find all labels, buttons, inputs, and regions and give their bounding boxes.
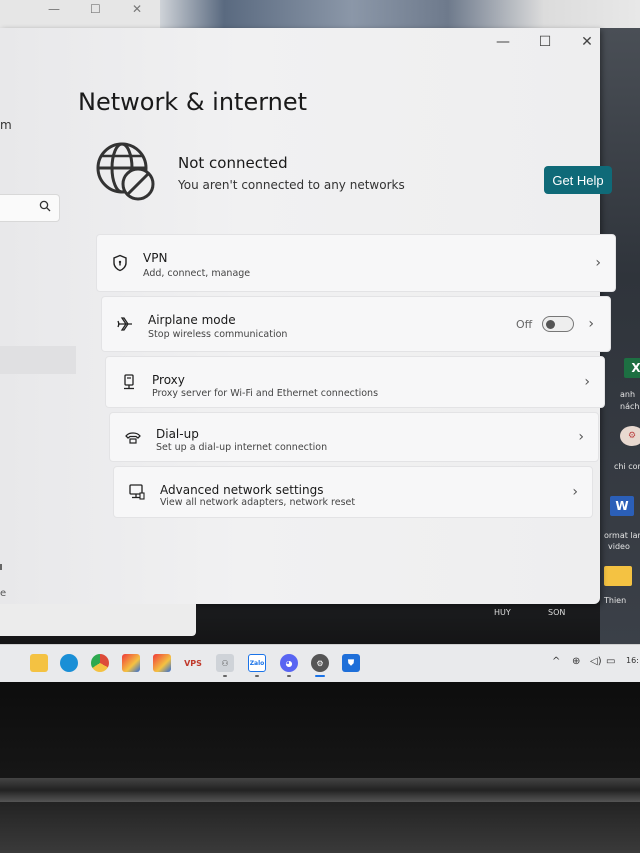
- maximize-icon[interactable]: ☐: [90, 2, 101, 16]
- volume-icon[interactable]: ◁): [590, 656, 602, 667]
- vps-icon[interactable]: VPS: [184, 654, 202, 672]
- desktop-label: ormat lar: [604, 531, 640, 540]
- proxy-card[interactable]: Proxy Proxy server for Wi-Fi and Etherne…: [105, 356, 605, 408]
- account-name-fragment: m: [0, 118, 12, 132]
- chevron-right-icon: ›: [584, 374, 590, 390]
- connection-status-title: Not connected: [178, 154, 288, 172]
- airplane-icon: [116, 315, 134, 333]
- desktop-label: video: [608, 542, 630, 551]
- battery-icon[interactable]: ▭: [606, 656, 615, 667]
- file-explorer-icon[interactable]: [30, 654, 48, 672]
- advanced-network-subtitle: View all network adapters, network reset: [160, 497, 356, 508]
- word-icon[interactable]: W: [610, 496, 634, 516]
- chevron-right-icon: ›: [595, 255, 601, 271]
- advanced-network-title: Advanced network settings: [160, 483, 324, 497]
- chevron-right-icon: ›: [588, 316, 594, 332]
- window-controls: — ☐ ✕: [496, 34, 600, 50]
- airplane-toggle-state: Off: [516, 318, 533, 331]
- advanced-network-settings-card[interactable]: Advanced network settings View all netwo…: [113, 466, 593, 518]
- page-title: Network & internet: [78, 88, 308, 116]
- minimize-button[interactable]: —: [496, 34, 510, 50]
- laptop-hinge: [0, 778, 640, 802]
- network-globe-icon[interactable]: ⊕: [572, 656, 580, 667]
- airplane-mode-card[interactable]: Airplane mode Stop wireless communicatio…: [101, 296, 611, 352]
- vpn-title: VPN: [143, 251, 168, 265]
- desktop-label: anh: [620, 390, 636, 399]
- close-button[interactable]: ✕: [580, 34, 594, 50]
- toggle-knob: [546, 320, 555, 329]
- excel-icon[interactable]: X: [624, 358, 640, 378]
- minimize-icon[interactable]: —: [48, 2, 60, 16]
- nav-fragment: e: [0, 588, 7, 599]
- desktop-file-icon[interactable]: ⚙: [620, 426, 640, 446]
- vivaldi-icon[interactable]: [153, 654, 171, 672]
- dialup-icon: [124, 428, 142, 446]
- remote-icon[interactable]: ⚇: [216, 654, 234, 672]
- maximize-button[interactable]: ☐: [538, 34, 552, 50]
- background-window-titlebar: — ☐ ✕: [0, 0, 160, 28]
- chevron-up-icon[interactable]: ^: [552, 656, 560, 667]
- dial-up-card[interactable]: Dial-up Set up a dial-up internet connec…: [109, 412, 599, 462]
- nav-indicator: [0, 564, 2, 570]
- settings-window: — ☐ ✕ m e Network & internet Not connect…: [0, 28, 616, 604]
- airplane-mode-subtitle: Stop wireless communication: [148, 329, 288, 340]
- zalo-icon[interactable]: Zalo: [248, 654, 266, 672]
- active-indicator: [315, 675, 325, 677]
- desktop-label: nách: [620, 402, 640, 411]
- shield-icon: [111, 254, 129, 272]
- clock-time[interactable]: 16:: [626, 656, 639, 665]
- taskbar: VPS ⚇ Zalo ◕ ⚙ ⛊ ^ ⊕ ◁) ▭ 16:: [0, 644, 640, 682]
- get-help-button[interactable]: Get Help: [544, 166, 612, 194]
- desktop-label: chi cor: [614, 462, 640, 471]
- settings-search-input[interactable]: [0, 194, 60, 222]
- discord-icon[interactable]: ◕: [280, 654, 298, 672]
- vivaldi-icon[interactable]: [122, 654, 140, 672]
- proxy-title: Proxy: [152, 373, 185, 387]
- search-icon: [39, 200, 51, 215]
- nav-item-network-selected[interactable]: [0, 346, 76, 374]
- connection-status-subtitle: You aren't connected to any networks: [178, 178, 405, 192]
- desktop-label: SON: [548, 608, 566, 617]
- desktop-label: HUY: [494, 608, 511, 617]
- running-indicator: [287, 675, 291, 677]
- dial-up-title: Dial-up: [156, 427, 199, 441]
- running-indicator: [223, 675, 227, 677]
- monitor-network-icon: [128, 483, 146, 501]
- background-window: [0, 604, 196, 636]
- proxy-icon: [120, 373, 138, 391]
- desktop-label: Thien: [604, 596, 627, 605]
- settings-icon[interactable]: ⚙: [311, 654, 329, 672]
- close-icon[interactable]: ✕: [132, 2, 142, 16]
- chevron-right-icon: ›: [578, 429, 584, 445]
- airplane-mode-title: Airplane mode: [148, 313, 236, 327]
- laptop-bezel: [0, 682, 640, 853]
- globe-blocked-icon: [94, 140, 158, 204]
- chrome-icon[interactable]: [91, 654, 109, 672]
- defender-icon[interactable]: ⛊: [342, 654, 360, 672]
- running-indicator: [255, 675, 259, 677]
- airplane-mode-toggle[interactable]: [542, 316, 574, 332]
- vpn-subtitle: Add, connect, manage: [143, 268, 251, 279]
- desktop-top-strip: — ☐ ✕: [0, 0, 640, 28]
- folder-icon[interactable]: [604, 566, 632, 586]
- proxy-subtitle: Proxy server for Wi-Fi and Ethernet conn…: [152, 388, 379, 399]
- chevron-right-icon: ›: [572, 484, 578, 500]
- edge-icon[interactable]: [60, 654, 78, 672]
- vpn-card[interactable]: VPN Add, connect, manage ›: [96, 234, 616, 292]
- dial-up-subtitle: Set up a dial-up internet connection: [156, 442, 328, 453]
- navigation-pane: m e: [0, 28, 76, 604]
